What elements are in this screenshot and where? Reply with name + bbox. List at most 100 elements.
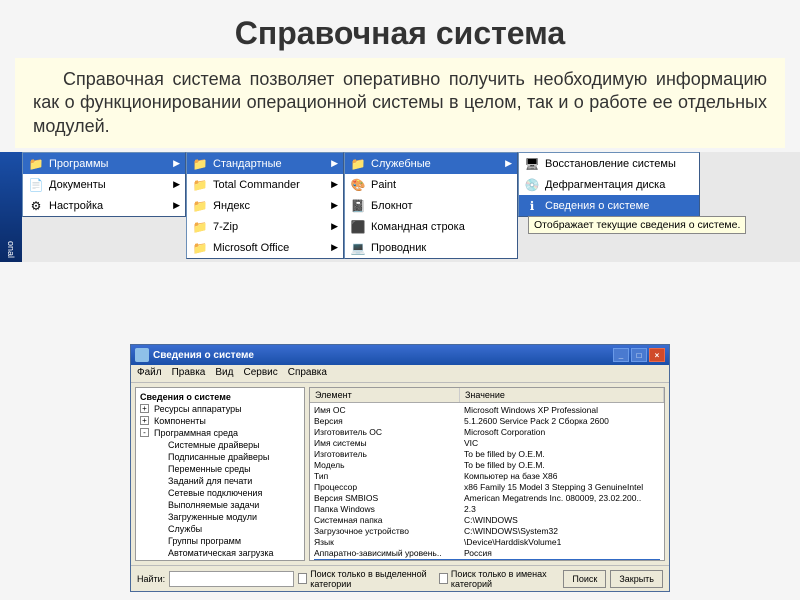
menu-item[interactable]: 📁Служебные▶ xyxy=(345,153,517,174)
tree-item[interactable]: +Ресурсы аппаратуры xyxy=(140,403,300,415)
tree-root[interactable]: Сведения о системе xyxy=(140,391,300,403)
tree-subitem[interactable]: Заданий для печати xyxy=(140,475,300,487)
list-row[interactable]: Имя пользователяВерсия = "5.1.2600.2180 … xyxy=(314,559,660,561)
menu-item-label: 7-Zip xyxy=(213,221,238,233)
menu-item[interactable]: 💿Дефрагментация диска xyxy=(519,174,699,195)
menu-item[interactable]: 📁 Программы ▶ xyxy=(23,153,185,174)
menu-item[interactable]: ⬛Командная строка xyxy=(345,216,517,237)
menu-item[interactable]: 💻Проводник xyxy=(345,237,517,258)
minimize-button[interactable]: _ xyxy=(613,348,629,362)
menubar-item[interactable]: Справка xyxy=(288,367,327,380)
list-row[interactable]: Изготовитель ОСMicrosoft Corporation xyxy=(314,427,660,438)
list-pane: Элемент Значение Имя ОСMicrosoft Windows… xyxy=(309,387,665,561)
menu-item[interactable]: 📁7-Zip▶ xyxy=(187,216,343,237)
submenu-arrow-icon: ▶ xyxy=(173,158,180,169)
menu-item-label: Служебные xyxy=(371,158,431,170)
tree-subitem[interactable]: Переменные среды xyxy=(140,463,300,475)
system-info-window: Сведения о системе _ □ × Файл Правка Вид Се… xyxy=(130,344,670,592)
list-row[interactable]: МодельTo be filled by O.E.M. xyxy=(314,460,660,471)
menu-item-label: Microsoft Office xyxy=(213,242,289,254)
menubar-item[interactable]: Файл xyxy=(137,367,162,380)
tree-subitem[interactable]: Подписанные драйверы xyxy=(140,451,300,463)
menu-item-icon: 📓 xyxy=(350,198,366,214)
menu-item-icon: ⚙ xyxy=(28,198,44,214)
menu-item[interactable]: ℹ Сведения о системе xyxy=(519,195,699,216)
list-row[interactable]: Процессорx86 Family 15 Model 3 Stepping … xyxy=(314,482,660,493)
titlebar[interactable]: Сведения о системе _ □ × xyxy=(131,345,669,365)
list-row[interactable]: Системная папкаC:\WINDOWS xyxy=(314,515,660,526)
find-button[interactable]: Поиск xyxy=(563,570,606,588)
list-row[interactable]: Имя ОСMicrosoft Windows XP Professional xyxy=(314,405,660,416)
menu-item-label: Восстановление системы xyxy=(545,158,676,170)
start-menu-level3: 📁Служебные▶🎨Paint 📓 Блокнот ⬛Командная стро… xyxy=(344,152,518,259)
menu-item[interactable]: 📁Яндекс▶ xyxy=(187,195,343,216)
menu-item[interactable]: 📁Стандартные▶ xyxy=(187,153,343,174)
list-row[interactable]: Папка Windows2.3 xyxy=(314,504,660,515)
tree-item[interactable]: +Компоненты xyxy=(140,415,300,427)
menu-item[interactable]: 📁 Total Commander ▶ xyxy=(187,174,343,195)
menubar-item[interactable]: Вид xyxy=(215,367,233,380)
menu-item-label: Total Commander xyxy=(213,179,300,191)
tree-subitem[interactable]: Системные драйверы xyxy=(140,439,300,451)
chk-selected-category[interactable]: Поиск только в выделенной категории xyxy=(298,569,435,589)
submenu-arrow-icon: ▶ xyxy=(173,179,180,190)
menu-item-label: Paint xyxy=(371,179,396,191)
col-value[interactable]: Значение xyxy=(460,388,664,402)
find-label: Найти: xyxy=(137,574,165,584)
submenu-arrow-icon: ▶ xyxy=(331,200,338,211)
expand-icon[interactable]: - xyxy=(140,428,149,437)
menu-item[interactable]: 🖥Восстановление системы xyxy=(519,153,699,174)
list-row[interactable]: Аппаратно-зависимый уровень..Россия xyxy=(314,548,660,559)
list-row[interactable]: Имя системыVIC xyxy=(314,438,660,449)
menu-item-label: Программы xyxy=(49,158,108,170)
menu-item-icon: 📁 xyxy=(192,219,208,235)
tree-item[interactable]: -Программная среда xyxy=(140,427,300,439)
menu-item[interactable]: ⚙Настройка▶ xyxy=(23,195,185,216)
tree-subitem[interactable]: Регистрация OLE xyxy=(140,559,300,561)
tree-pane[interactable]: Сведения о системе+Ресурсы аппаратуры+Ко… xyxy=(135,387,305,561)
list-row[interactable]: Версия SMBIOSAmerican Megatrends Inc. 08… xyxy=(314,493,660,504)
menu-item[interactable]: 🎨Paint xyxy=(345,174,517,195)
list-row[interactable]: Загрузочное устройствоC:\WINDOWS\System3… xyxy=(314,526,660,537)
list-row[interactable]: Язык\Device\HarddiskVolume1 xyxy=(314,537,660,548)
menubar-item[interactable]: Сервис xyxy=(243,367,277,380)
list-row[interactable]: ТипКомпьютер на базе X86 xyxy=(314,471,660,482)
tree-subitem[interactable]: Загруженные модули xyxy=(140,511,300,523)
tree-subitem[interactable]: Сетевые подключения xyxy=(140,487,300,499)
tree-subitem[interactable]: Выполняемые задачи xyxy=(140,499,300,511)
menu-item-label: Яндекс xyxy=(213,200,250,212)
list-row[interactable]: Версия5.1.2600 Service Pack 2 Сборка 260… xyxy=(314,416,660,427)
expand-icon[interactable]: + xyxy=(140,416,149,425)
start-sidebar: onal xyxy=(0,152,22,262)
chk-category-names[interactable]: Поиск только в именах категорий xyxy=(439,569,559,589)
menu-item-icon: 💿 xyxy=(524,177,540,193)
submenu-arrow-icon: ▶ xyxy=(331,242,338,253)
menu-item-icon: ℹ xyxy=(524,198,540,214)
description-box: Справочная система позволяет оперативно … xyxy=(15,58,785,148)
maximize-button[interactable]: □ xyxy=(631,348,647,362)
menu-item[interactable]: 📄Документы▶ xyxy=(23,174,185,195)
start-menu-level2: 📁Стандартные▶📁Total Commander▶📁Яндекс▶📁7… xyxy=(186,152,344,259)
menu-item[interactable]: 📓 Блокнот xyxy=(345,195,517,216)
submenu-arrow-icon: ▶ xyxy=(331,179,338,190)
expand-icon[interactable]: + xyxy=(140,404,149,413)
menu-item[interactable]: 📁Microsoft Office▶ xyxy=(187,237,343,258)
menubar-item[interactable]: Правка xyxy=(172,367,206,380)
menu-item-icon: 📁 xyxy=(192,177,208,193)
close-find-button[interactable]: Закрыть xyxy=(610,570,663,588)
menu-item-icon: ⬛ xyxy=(350,219,366,235)
list-rows[interactable]: Имя ОСMicrosoft Windows XP ProfessionalВ… xyxy=(310,403,664,561)
menu-item-label: Сведения о системе xyxy=(545,200,649,212)
checkbox-icon xyxy=(439,573,448,584)
tree-subitem[interactable]: Группы программ xyxy=(140,535,300,547)
menu-item-label: Блокнот xyxy=(371,200,413,212)
tree-subitem[interactable]: Автоматическая загрузка xyxy=(140,547,300,559)
menu-item-icon: 💻 xyxy=(350,240,366,256)
col-element[interactable]: Элемент xyxy=(310,388,460,402)
close-button[interactable]: × xyxy=(649,348,665,362)
tree-subitem[interactable]: Службы xyxy=(140,523,300,535)
find-input[interactable] xyxy=(169,571,294,587)
checkbox-icon xyxy=(298,573,307,584)
list-row[interactable]: ИзготовительTo be filled by O.E.M. xyxy=(314,449,660,460)
menu-item-icon: 📁 xyxy=(28,156,44,172)
